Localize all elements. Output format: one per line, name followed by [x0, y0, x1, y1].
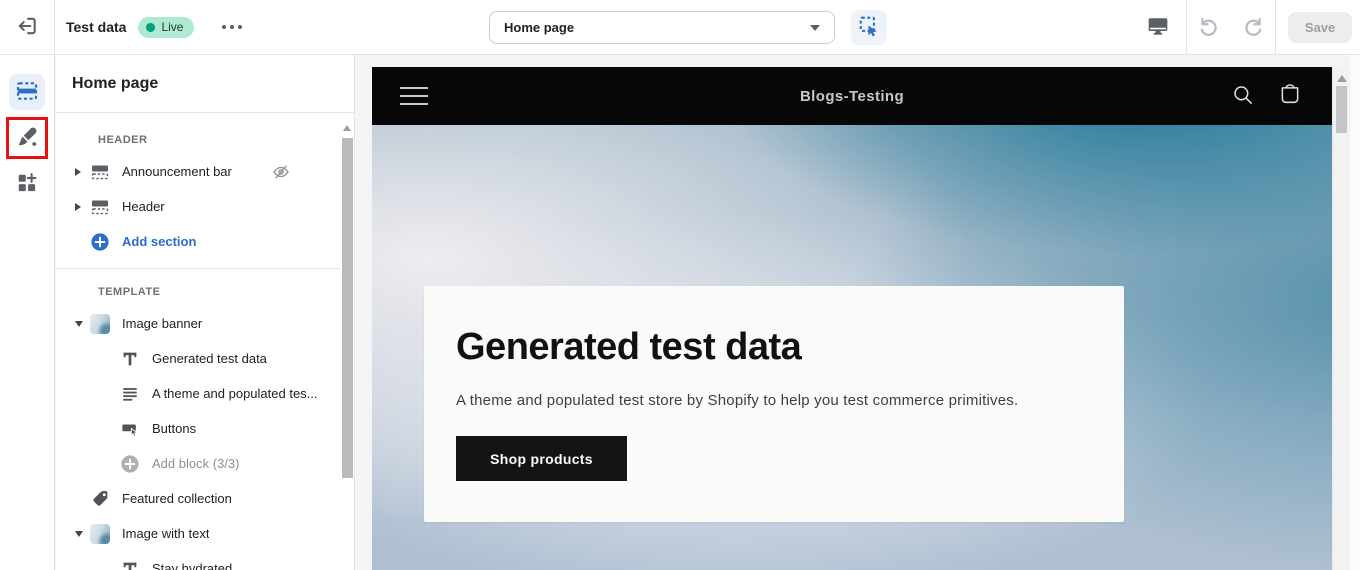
- store-search-button[interactable]: [1231, 84, 1255, 108]
- top-bar-right: Save: [1130, 0, 1360, 55]
- template-group-label: TEMPLATE: [56, 278, 340, 306]
- block-row-stay-hydrated[interactable]: Stay hydrated: [56, 551, 340, 570]
- block-label: Buttons: [152, 421, 196, 436]
- scroll-up-icon[interactable]: [1337, 75, 1347, 82]
- block-label: Stay hydrated: [152, 561, 232, 570]
- section-row-image-banner[interactable]: Image banner: [56, 306, 340, 341]
- heading-icon: [120, 349, 140, 369]
- divider: [1275, 0, 1276, 55]
- plus-circle-icon: [90, 232, 110, 252]
- sidebar-section-list: HEADER Announcement bar: [56, 114, 340, 570]
- store-header-icons: [1231, 84, 1332, 108]
- section-label: Featured collection: [122, 491, 232, 506]
- redo-icon: [1242, 15, 1264, 40]
- hero-subheading: A theme and populated test store by Shop…: [456, 392, 1092, 409]
- caret-right-icon[interactable]: [75, 203, 81, 211]
- device-preview-button[interactable]: [1130, 1, 1186, 55]
- section-label: Image banner: [122, 316, 202, 331]
- exit-icon: [16, 15, 38, 40]
- caret-down-icon[interactable]: [75, 321, 83, 327]
- page-selector-value: Home page: [504, 20, 574, 35]
- caret-down-icon[interactable]: [75, 531, 83, 537]
- sidebar-scrollbar[interactable]: [341, 121, 354, 570]
- text-lines-icon: [120, 384, 140, 404]
- heading-icon: [120, 559, 140, 570]
- store-header: Blogs-Testing: [372, 67, 1332, 125]
- tag-icon: [90, 489, 110, 509]
- store-name: Test data: [66, 19, 126, 35]
- inspector-select-button[interactable]: [851, 10, 887, 45]
- live-status-badge: Live: [138, 17, 194, 38]
- store-title: Blogs-Testing: [372, 88, 1332, 105]
- apps-tab-button[interactable]: [9, 166, 45, 202]
- scrollbar-thumb[interactable]: [1336, 86, 1347, 133]
- section-icon: [90, 162, 110, 182]
- sections-icon: [16, 80, 38, 105]
- image-thumbnail: [90, 314, 110, 334]
- apps-icon: [16, 172, 38, 197]
- section-row-announcement-bar[interactable]: Announcement bar: [56, 154, 340, 189]
- menu-button[interactable]: [400, 87, 428, 105]
- store-cart-button[interactable]: [1278, 84, 1302, 108]
- theme-editor: Test data Live Home page: [0, 0, 1360, 570]
- chevron-down-icon: [810, 25, 820, 31]
- live-badge-label: Live: [161, 20, 183, 34]
- section-label: Header: [122, 199, 165, 214]
- header-group-label: HEADER: [56, 126, 340, 154]
- more-dots-icon: [222, 25, 226, 29]
- plus-circle-disabled-icon: [120, 454, 140, 474]
- redo-button[interactable]: [1231, 1, 1275, 55]
- page-selector-dropdown[interactable]: Home page: [489, 11, 835, 44]
- block-label: A theme and populated tes...: [152, 386, 318, 401]
- selection-tool-icon: [858, 15, 880, 40]
- sections-sidebar: Home page HEADER Announcement bar: [56, 55, 355, 570]
- top-bar: Test data Live Home page: [0, 0, 1360, 55]
- section-icon: [90, 197, 110, 217]
- search-icon: [1231, 83, 1255, 110]
- live-dot-icon: [146, 23, 155, 32]
- cart-bag-icon: [1278, 83, 1302, 110]
- hamburger-icon: [400, 87, 428, 89]
- button-cursor-icon: [120, 419, 140, 439]
- section-row-image-with-text[interactable]: Image with text: [56, 516, 340, 551]
- add-section-label: Add section: [122, 234, 196, 249]
- block-row-text[interactable]: A theme and populated tes...: [56, 376, 340, 411]
- more-actions-button[interactable]: [216, 19, 248, 35]
- scroll-up-icon[interactable]: [343, 125, 351, 131]
- section-label: Image with text: [122, 526, 209, 541]
- theme-settings-paintbrush-icon: [16, 126, 38, 151]
- add-block-label: Add block (3/3): [152, 456, 239, 471]
- block-label: Generated test data: [152, 351, 267, 366]
- section-label: Announcement bar: [122, 164, 232, 179]
- image-thumbnail: [90, 524, 110, 544]
- scrollbar-thumb[interactable]: [342, 138, 353, 478]
- block-row-buttons[interactable]: Buttons: [56, 411, 340, 446]
- editor-left-rail: [0, 55, 55, 570]
- workspace-margin: [1350, 55, 1360, 570]
- theme-settings-tab-button[interactable]: [9, 120, 45, 156]
- monitor-icon: [1147, 15, 1169, 40]
- sidebar-header: Home page: [56, 55, 354, 113]
- shop-products-button[interactable]: Shop products: [456, 436, 627, 481]
- top-bar-center: Home page: [489, 0, 887, 55]
- store-preview: Blogs-Testing: [372, 67, 1332, 570]
- exit-editor-button[interactable]: [0, 0, 55, 54]
- undo-icon: [1198, 15, 1220, 40]
- add-section-button[interactable]: Add section: [56, 224, 340, 259]
- preview-scrollbar[interactable]: [1332, 67, 1350, 570]
- divider: [56, 268, 340, 269]
- undo-button[interactable]: [1187, 1, 1231, 55]
- hero-card: Generated test data A theme and populate…: [424, 286, 1124, 522]
- save-button[interactable]: Save: [1288, 12, 1352, 43]
- hero-heading: Generated test data: [456, 326, 1092, 369]
- page-title: Home page: [72, 75, 158, 93]
- eye-slash-icon[interactable]: [272, 163, 290, 181]
- section-row-header[interactable]: Header: [56, 189, 340, 224]
- add-block-button[interactable]: Add block (3/3): [56, 446, 340, 481]
- caret-right-icon[interactable]: [75, 168, 81, 176]
- hero-banner: Generated test data A theme and populate…: [372, 125, 1332, 570]
- block-row-heading[interactable]: Generated test data: [56, 341, 340, 376]
- sections-tab-button[interactable]: [9, 74, 45, 110]
- section-row-featured-collection[interactable]: Featured collection: [56, 481, 340, 516]
